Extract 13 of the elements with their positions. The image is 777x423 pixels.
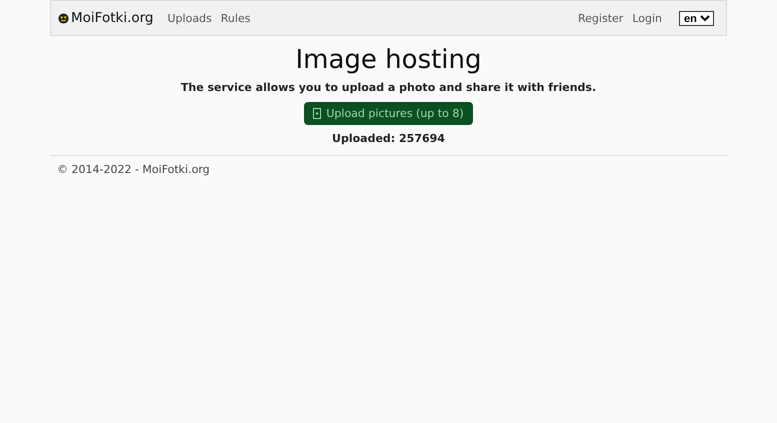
smiley-icon bbox=[58, 12, 69, 24]
nav-link[interactable]: Uploads bbox=[168, 12, 212, 24]
nav-link[interactable]: Login bbox=[632, 12, 662, 24]
file-icon bbox=[313, 108, 322, 119]
copyright-text: © 2014-2022 - MoiFotki.org bbox=[57, 163, 210, 176]
subtitle: The service allows you to upload a photo and share it with friends. bbox=[180, 81, 596, 94]
upload-counter: Uploaded: 257694 bbox=[332, 132, 445, 145]
brand-link[interactable]: MoiFotki.org bbox=[58, 10, 154, 26]
nav-link[interactable]: Rules bbox=[220, 12, 250, 24]
nav-link[interactable]: Register bbox=[578, 12, 624, 24]
language-select[interactable]: en bbox=[679, 10, 714, 26]
page-title: Image hosting bbox=[295, 45, 482, 75]
upload-button[interactable]: Upload pictures (up to 8) bbox=[304, 102, 473, 125]
